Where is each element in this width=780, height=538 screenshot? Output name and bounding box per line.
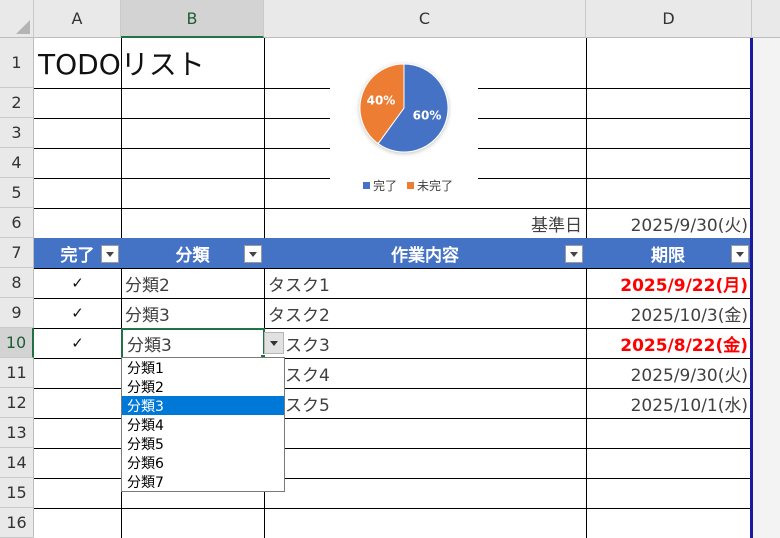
- row-header-10[interactable]: 10: [0, 328, 34, 358]
- pie-data-label: 60%: [413, 108, 442, 122]
- chart-legend: 完了 未完了: [348, 176, 468, 194]
- pie-data-label: 40%: [367, 94, 396, 108]
- header-task-label: 作業内容: [391, 245, 459, 266]
- dropdown-option[interactable]: 分類5: [122, 434, 284, 453]
- row-header-7[interactable]: 7: [0, 238, 34, 268]
- row-header-3[interactable]: 3: [0, 118, 34, 148]
- dropdown-option[interactable]: 分類4: [122, 415, 284, 434]
- filter-done-button[interactable]: [101, 245, 119, 263]
- sheet-outside-area: [753, 38, 780, 538]
- column-header-spacer: [752, 0, 780, 38]
- row-header-11[interactable]: 11: [0, 358, 34, 388]
- done-check-cell[interactable]: ✓: [34, 268, 121, 298]
- row-header-8[interactable]: 8: [0, 268, 34, 298]
- legend-label-done: 完了: [372, 178, 397, 193]
- filter-task-button[interactable]: [565, 245, 583, 263]
- row-header-14[interactable]: 14: [0, 448, 34, 478]
- deadline-cell-overdue[interactable]: 2025/9/22(月): [586, 268, 750, 298]
- task-cell[interactable]: タスク2: [268, 298, 584, 328]
- select-all-icon: [16, 20, 30, 34]
- row-header-9[interactable]: 9: [0, 298, 34, 328]
- pie-chart[interactable]: 60% 40% 完了 未完了: [330, 46, 478, 198]
- deadline-cell[interactable]: 2025/10/3(金): [586, 298, 750, 328]
- column-header-b[interactable]: B: [121, 0, 264, 38]
- task-cell[interactable]: タスク3: [268, 328, 584, 358]
- category-dropdown-list[interactable]: 分類1 分類2 分類3 分類4 分類5 分類6 分類7: [121, 357, 285, 492]
- dropdown-option[interactable]: 分類2: [122, 377, 284, 396]
- chevron-down-icon: [270, 340, 278, 346]
- deadline-cell-overdue[interactable]: 2025/8/22(金): [586, 328, 750, 358]
- column-header-a[interactable]: A: [34, 0, 121, 38]
- deadline-cell[interactable]: 2025/9/30(火): [586, 358, 750, 388]
- row-header-5[interactable]: 5: [0, 178, 34, 208]
- filter-arrow-icon: [736, 251, 744, 257]
- gridline: [34, 508, 752, 509]
- task-cell[interactable]: タスク5: [268, 388, 584, 418]
- filter-arrow-icon: [106, 251, 114, 257]
- dropdown-option[interactable]: 分類1: [122, 358, 284, 377]
- dropdown-option[interactable]: 分類7: [122, 472, 284, 491]
- column-header-d[interactable]: D: [586, 0, 752, 38]
- select-all-corner[interactable]: [0, 0, 34, 38]
- legend-item-undone: 未完了: [407, 177, 453, 194]
- column-header-c[interactable]: C: [264, 0, 586, 38]
- header-category-label: 分類: [175, 245, 210, 266]
- legend-swatch-done: [362, 181, 370, 189]
- done-check-cell[interactable]: ✓: [34, 298, 121, 328]
- legend-label-undone: 未完了: [417, 178, 454, 193]
- header-deadline-label: 期限: [651, 245, 685, 266]
- base-date-value[interactable]: 2025/9/30(火): [586, 208, 750, 238]
- row-header-12[interactable]: 12: [0, 388, 34, 418]
- legend-item-done: 完了: [362, 177, 397, 194]
- category-cell[interactable]: 分類2: [125, 268, 262, 298]
- header-category[interactable]: 分類: [121, 238, 264, 268]
- active-cell-category[interactable]: 分類3: [121, 328, 265, 359]
- row-header-16[interactable]: 16: [0, 508, 34, 538]
- row-header-15[interactable]: 15: [0, 478, 34, 508]
- dropdown-option-selected[interactable]: 分類3: [122, 396, 284, 415]
- active-cell-value: 分類3: [127, 336, 172, 356]
- header-deadline[interactable]: 期限: [586, 238, 750, 268]
- filter-arrow-icon: [570, 251, 578, 257]
- task-cell[interactable]: タスク4: [268, 358, 584, 388]
- done-check-cell[interactable]: ✓: [34, 328, 121, 358]
- base-date-label[interactable]: 基準日: [264, 208, 582, 238]
- row-header-6[interactable]: 6: [0, 208, 34, 238]
- row-header-4[interactable]: 4: [0, 148, 34, 178]
- header-done-label: 完了: [60, 245, 95, 266]
- row-header-1[interactable]: 1: [0, 38, 34, 88]
- task-cell[interactable]: タスク1: [268, 268, 584, 298]
- header-task[interactable]: 作業内容: [264, 238, 586, 268]
- dropdown-option[interactable]: 分類6: [122, 453, 284, 472]
- legend-swatch-undone: [407, 181, 414, 189]
- category-cell[interactable]: 分類3: [125, 298, 262, 328]
- row-header-2[interactable]: 2: [0, 88, 34, 118]
- dropdown-toggle-button[interactable]: [264, 332, 284, 354]
- row-header-13[interactable]: 13: [0, 418, 34, 448]
- filter-deadline-button[interactable]: [731, 245, 749, 263]
- filter-category-button[interactable]: [244, 245, 262, 263]
- deadline-cell[interactable]: 2025/10/1(水): [586, 388, 750, 418]
- sheet-title[interactable]: TODOリスト: [38, 40, 205, 86]
- filter-arrow-icon: [249, 251, 257, 257]
